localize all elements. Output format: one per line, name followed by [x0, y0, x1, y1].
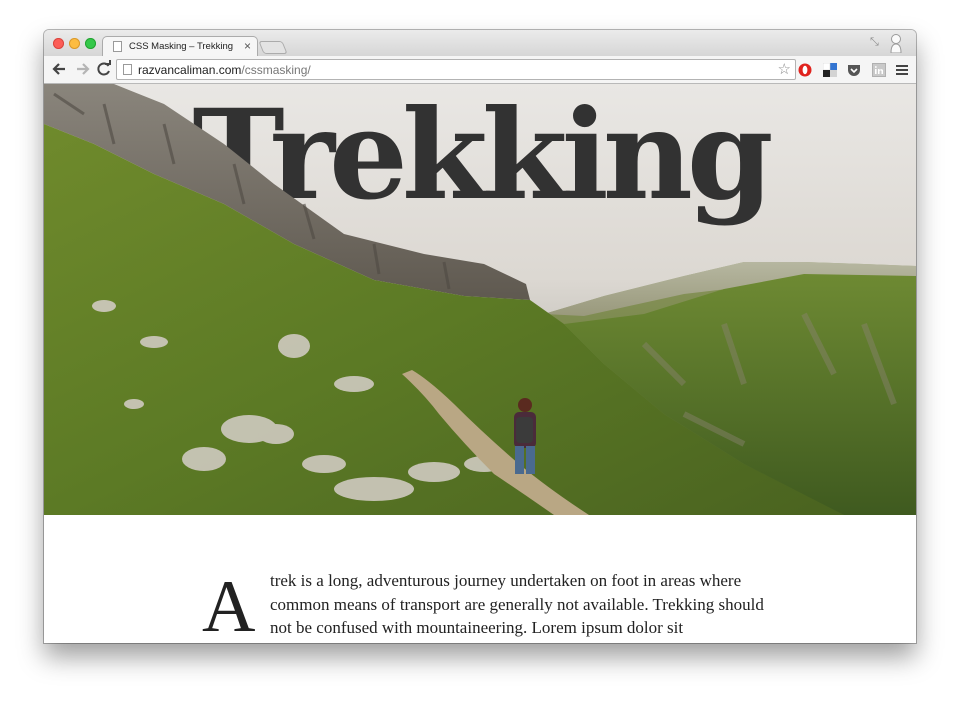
article-intro: trek is a long, adventurous journey unde…	[270, 571, 764, 637]
browser-window: CSS Masking – Trekking × ⤡ razvancaliman…	[44, 30, 916, 643]
pocket-icon[interactable]	[847, 63, 861, 77]
page-favicon-icon	[113, 41, 122, 52]
forward-icon[interactable]	[72, 59, 92, 79]
tab-strip: CSS Masking – Trekking × ⤡	[44, 30, 916, 56]
address-bar[interactable]: razvancaliman.com/cssmasking/ ☆	[116, 59, 796, 80]
bookmark-star-icon[interactable]: ☆	[778, 60, 791, 78]
menu-icon[interactable]	[895, 63, 909, 77]
zoom-window-button[interactable]	[85, 38, 96, 49]
hero-image: Trekking	[44, 84, 916, 515]
profile-icon[interactable]	[890, 33, 902, 53]
browser-toolbar: razvancaliman.com/cssmasking/ ☆	[44, 56, 916, 84]
new-tab-button[interactable]	[258, 41, 288, 54]
url-path: /cssmasking/	[241, 63, 311, 77]
linkedin-icon[interactable]	[872, 63, 886, 77]
minimize-window-button[interactable]	[69, 38, 80, 49]
exit-fullscreen-icon[interactable]: ⤡	[870, 36, 879, 49]
tab-title: CSS Masking – Trekking	[129, 41, 234, 52]
foreground-landscape	[44, 84, 916, 515]
opera-icon[interactable]	[798, 63, 812, 77]
tab-css-masking[interactable]: CSS Masking – Trekking ×	[102, 36, 258, 56]
url-text[interactable]: razvancaliman.com/cssmasking/	[138, 63, 311, 77]
tab-close-icon[interactable]: ×	[244, 39, 251, 53]
page-content: Trekking A trek is a long, adventurous j…	[44, 84, 916, 643]
url-host: razvancaliman.com	[138, 63, 242, 77]
dropcap-letter: A	[202, 566, 256, 643]
close-window-button[interactable]	[53, 38, 64, 49]
page-icon	[123, 64, 132, 75]
reload-icon[interactable]	[94, 59, 114, 79]
back-icon[interactable]	[50, 59, 70, 79]
delicious-icon[interactable]	[823, 63, 837, 77]
